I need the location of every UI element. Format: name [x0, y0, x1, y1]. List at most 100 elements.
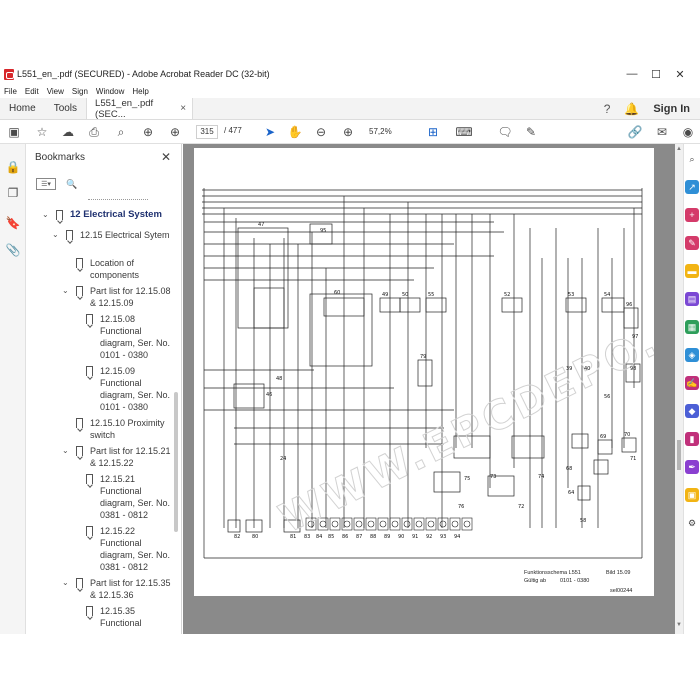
menu-window[interactable]: Window [96, 87, 124, 96]
tab-close-icon[interactable]: × [180, 103, 186, 114]
collapse-chevron-icon[interactable]: ⌄ [62, 286, 69, 295]
scroll-down-icon[interactable]: ▼ [675, 622, 683, 628]
bookmark-item-electrical-system[interactable]: 12 Electrical System [70, 209, 180, 221]
bookmark-icon [86, 606, 93, 616]
bookmarks-close-icon[interactable]: ✕ [161, 150, 171, 164]
scroll-up-icon[interactable]: ▲ [675, 146, 683, 152]
collapse-chevron-icon[interactable]: ⌄ [42, 210, 49, 219]
account-icon[interactable]: ◉ [680, 124, 696, 140]
bookmarks-header: Bookmarks [35, 152, 86, 163]
help-icon[interactable]: ? [604, 102, 611, 116]
menu-edit[interactable]: Edit [25, 87, 39, 96]
maximize-button[interactable]: ☐ [644, 64, 668, 84]
tab-document[interactable]: L551_en_.pdf (SEC... × [86, 98, 194, 120]
bookmark-item-partlist-08-09[interactable]: Part list for 12.15.08 & 12.15.09 [90, 285, 176, 309]
bookmark-item-12-15[interactable]: 12.15 Electrical Sytem [80, 229, 170, 241]
bookmark-item-location[interactable]: Location of components [90, 257, 168, 281]
zoom-out-icon[interactable]: ⊖ [313, 124, 329, 140]
highlight-pen-icon[interactable]: ✎ [523, 124, 539, 140]
pdf-page: WWW.EPCDEPO.COM 47 95 60 49 50 55 52 53 54 96 97 98… [194, 148, 654, 596]
bookmark-item-12-15-09[interactable]: 12.15.09 Functional diagram, Ser. No. 01… [100, 365, 172, 413]
zoom-in-icon[interactable]: ⊕ [340, 124, 356, 140]
component-label-39: 39 [566, 366, 572, 372]
link-icon[interactable]: 🔗 [627, 124, 643, 140]
viewer-scroll-thumb[interactable] [677, 440, 681, 470]
select-cursor-icon[interactable]: ➤ [262, 124, 278, 140]
keyboard-icon[interactable]: ⌨ [455, 124, 472, 140]
sign-icon[interactable]: ✒ [685, 460, 699, 474]
lamp-symbol [355, 520, 363, 528]
close-window-button[interactable]: ✕ [668, 64, 692, 84]
bookmark-item-partlist-21-22[interactable]: Part list for 12.15.21 & 12.15.22 [90, 445, 176, 469]
print-icon[interactable]: ⎙ [86, 124, 102, 140]
hand-tool-icon[interactable]: ✋ [287, 124, 303, 140]
menu-sign[interactable]: Sign [72, 87, 88, 96]
bookmark-item-12-15-21[interactable]: 12.15.21 Functional diagram, Ser. No. 03… [100, 473, 172, 521]
protect-icon[interactable]: ◆ [685, 404, 699, 418]
component-label-50: 50 [402, 292, 408, 298]
collapse-chevron-icon[interactable]: ⌄ [62, 578, 69, 587]
component-label-80: 80 [252, 534, 258, 540]
menu-view[interactable]: View [47, 87, 64, 96]
attachments-icon[interactable]: 📎 [5, 243, 21, 259]
lock-icon[interactable]: 🔒 [5, 160, 21, 176]
tab-home[interactable]: Home [0, 98, 45, 119]
bookmark-item-proximity[interactable]: 12.15.10 Proximity switch [90, 417, 174, 441]
stamp-icon[interactable]: ▣ [685, 488, 699, 502]
diagram-caption-range: 0101 - 0380 [560, 578, 590, 584]
create-pdf-icon[interactable]: + [685, 208, 699, 222]
menu-file[interactable]: File [4, 87, 17, 96]
diagram-ref: sel00244 [610, 588, 633, 594]
bookmark-item-12-15-35[interactable]: 12.15.35 Functional [100, 605, 172, 629]
component-label-75: 75 [464, 476, 470, 482]
page-number-input[interactable]: 315 [196, 125, 218, 139]
minimize-button[interactable]: — [620, 64, 644, 84]
email-icon[interactable]: ✉ [654, 124, 670, 140]
next-page-icon[interactable]: ⊕ [167, 124, 183, 140]
collapse-chevron-icon[interactable]: ⌄ [62, 446, 69, 455]
notifications-bell-icon[interactable]: 🔔 [624, 102, 639, 116]
redact-icon[interactable]: ▮ [685, 432, 699, 446]
title-bar: L551_en_.pdf (SECURED) - Adobe Acrobat R… [0, 64, 700, 84]
bookmark-options-icon[interactable]: ☰▾ [36, 178, 56, 190]
zoom-level-dropdown[interactable]: 57,2% [369, 125, 407, 139]
bookmarks-scrollbar[interactable] [173, 202, 179, 632]
bookmark-item-12-15-08[interactable]: 12.15.08 Functional diagram, Ser. No. 01… [100, 313, 172, 361]
bookmark-item-12-15-22[interactable]: 12.15.22 Functional diagram, Ser. No. 03… [100, 525, 172, 573]
bookmark-icon [76, 286, 83, 296]
export-pdf-icon[interactable]: ↗ [685, 180, 699, 194]
lamp-symbol [343, 520, 351, 528]
upload-cloud-icon[interactable]: ☁ [60, 124, 76, 140]
bookmark-star-icon[interactable]: ☆ [34, 124, 50, 140]
bookmark-search-icon[interactable]: 🔍 [66, 179, 77, 190]
more-tools-icon[interactable]: ⚙ [685, 516, 699, 530]
edit-pdf-icon[interactable]: ✎ [685, 236, 699, 250]
combine-files-icon[interactable]: ▤ [685, 292, 699, 306]
lamp-symbol [367, 520, 375, 528]
tab-tools[interactable]: Tools [45, 98, 86, 119]
sign-in-button[interactable]: Sign In [653, 103, 690, 115]
bookmark-item-partlist-35-36[interactable]: Part list for 12.15.35 & 12.15.36 [90, 577, 176, 601]
previous-page-icon[interactable]: ⊕ [140, 124, 156, 140]
component-label-71: 71 [630, 456, 636, 462]
bookmarks-panel-icon[interactable]: 🔖 [5, 216, 21, 232]
fit-page-icon[interactable]: ⊞ [425, 124, 441, 140]
compress-icon[interactable]: ◈ [685, 348, 699, 362]
component-label-86: 86 [342, 534, 348, 540]
fill-sign-icon[interactable]: ✍ [685, 376, 699, 390]
bookmarks-scroll-thumb[interactable] [174, 392, 178, 532]
right-tools-rail: ⌕ ↗ + ✎ ▬ ▤ ▦ ◈ ✍ ◆ ▮ ✒ ▣ ⚙ [683, 144, 700, 634]
component-label-70: 70 [624, 432, 630, 438]
save-icon[interactable]: ▣ [6, 124, 22, 140]
comment-icon[interactable]: 🗨 [497, 124, 513, 140]
search-zoom-icon[interactable]: ⌕ [685, 152, 699, 166]
bookmark-icon [86, 314, 93, 324]
find-zoom-icon[interactable]: ⌕ [113, 124, 129, 140]
page-thumbnails-icon[interactable]: ❐ [5, 186, 21, 202]
viewer-scrollbar[interactable]: ▲ ▼ [675, 144, 683, 634]
menu-help[interactable]: Help [132, 87, 148, 96]
collapse-chevron-icon[interactable]: ⌄ [52, 230, 59, 239]
organize-pages-icon[interactable]: ▦ [685, 320, 699, 334]
lamp-symbol [379, 520, 387, 528]
comment-tool-icon[interactable]: ▬ [685, 264, 699, 278]
